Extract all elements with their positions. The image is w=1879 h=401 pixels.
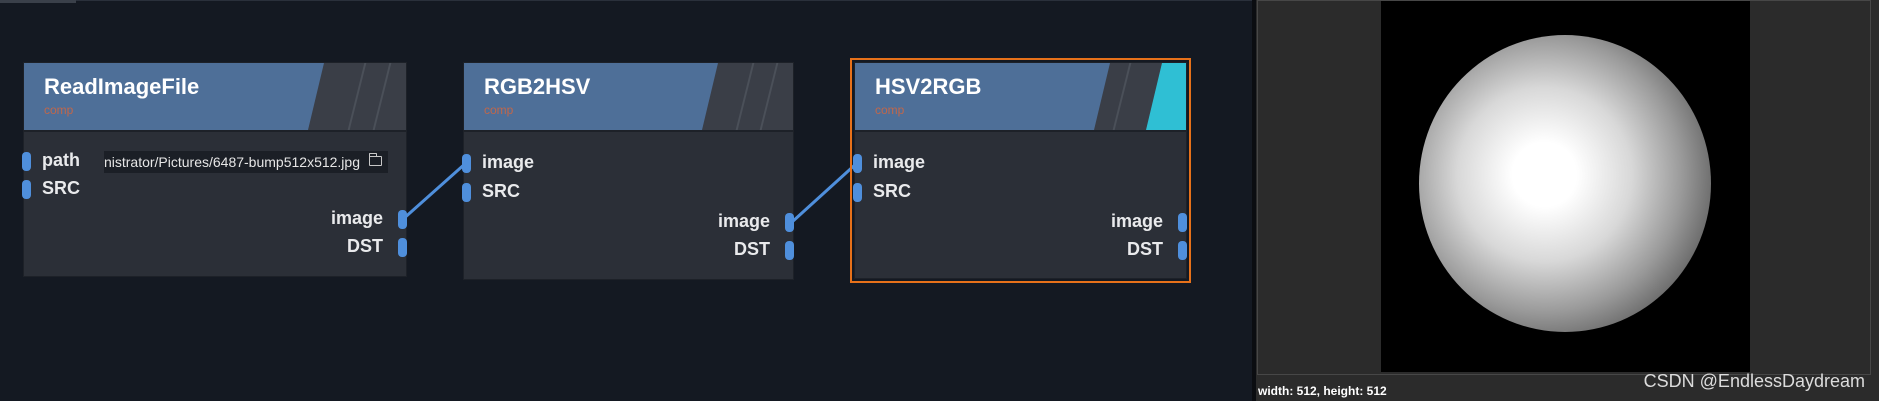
- canvas-scroll-indicator: [0, 0, 76, 3]
- path-value: C:/Users/Administrator/Pictures/6487-bum…: [104, 154, 360, 170]
- input-port-src[interactable]: [853, 183, 862, 202]
- input-label-image: image: [873, 152, 926, 172]
- folder-icon[interactable]: [369, 153, 382, 166]
- path-input-field[interactable]: C:/Users/Administrator/Pictures/6487-bum…: [104, 151, 388, 173]
- preview-image: [1381, 1, 1750, 372]
- output-label-dst: DST: [347, 236, 383, 256]
- input-port-image[interactable]: [853, 154, 862, 173]
- header-stripe: [759, 63, 779, 130]
- canvas-top-border: [0, 0, 1252, 1]
- output-label-dst: DST: [734, 239, 770, 259]
- input-port-image[interactable]: [462, 154, 471, 173]
- output-port-dst[interactable]: [398, 238, 407, 257]
- header-separator: [464, 130, 793, 132]
- node-header[interactable]: RGB2HSV comp: [464, 63, 793, 130]
- node-rgb2hsv[interactable]: RGB2HSV comp image SRC image DST: [462, 62, 794, 280]
- node-title: HSV2RGB: [875, 74, 982, 99]
- node-readimagefile[interactable]: ReadImageFile comp path C:/Users/Adminis…: [22, 62, 407, 277]
- node-graph-canvas[interactable]: ReadImageFile comp path C:/Users/Adminis…: [0, 0, 1252, 401]
- node-subtitle: comp: [484, 103, 514, 117]
- input-label-src: SRC: [42, 178, 81, 198]
- input-label-src: SRC: [482, 181, 521, 201]
- output-port-dst[interactable]: [785, 241, 794, 260]
- sphere-render: [1419, 35, 1711, 332]
- input-label-src: SRC: [873, 181, 912, 201]
- node-title: ReadImageFile: [44, 74, 200, 99]
- output-label-image: image: [717, 211, 770, 231]
- node-subtitle: comp: [875, 103, 905, 117]
- watermark: CSDN @EndlessDaydream: [1643, 371, 1865, 391]
- header-stripe: [347, 63, 367, 130]
- wire-rgb2hsv-to-hsv2rgb[interactable]: [790, 161, 859, 224]
- output-port-image[interactable]: [1178, 213, 1187, 232]
- node-title: RGB2HSV: [484, 74, 591, 99]
- input-label-path: path: [42, 150, 80, 170]
- preview-dimensions: width: 512, height: 512: [1258, 384, 1387, 398]
- input-port-src[interactable]: [22, 180, 31, 199]
- input-label-image: image: [482, 152, 535, 172]
- node-header[interactable]: HSV2RGB comp: [855, 63, 1186, 130]
- header-stripe: [735, 63, 755, 130]
- header-stripe: [372, 63, 392, 130]
- output-label-image: image: [1110, 211, 1163, 231]
- output-port-image[interactable]: [785, 213, 794, 232]
- header-separator: [855, 130, 1186, 132]
- output-label-image: image: [330, 208, 383, 228]
- header-stripe: [1112, 63, 1132, 130]
- input-port-path[interactable]: [22, 152, 31, 171]
- output-port-image[interactable]: [398, 210, 407, 229]
- node-hsv2rgb[interactable]: HSV2RGB comp image SRC image DST: [850, 58, 1191, 283]
- output-port-dst[interactable]: [1178, 241, 1187, 260]
- wire-readimagefile-to-rgb2hsv[interactable]: [400, 161, 468, 222]
- node-subtitle: comp: [44, 103, 74, 117]
- node-header[interactable]: ReadImageFile comp: [24, 63, 406, 130]
- header-accent: [1146, 63, 1186, 130]
- header-separator: [24, 130, 406, 132]
- output-label-dst: DST: [1127, 239, 1163, 259]
- input-port-src[interactable]: [462, 183, 471, 202]
